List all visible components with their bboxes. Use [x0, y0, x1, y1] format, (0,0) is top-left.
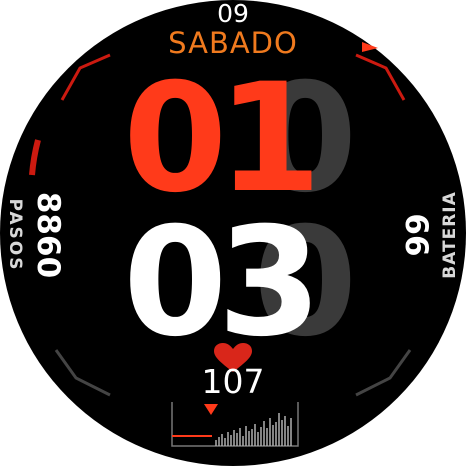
steps-label-text: PASOS [5, 198, 25, 272]
minutes: 03 [123, 208, 343, 358]
hour-tens-digit: 01 [123, 64, 322, 214]
steps-label: PASOS [2, 180, 28, 290]
minutes-text: 03 [123, 196, 322, 370]
watch-face: 09 SABADO 0 01 0 03 PASOS 8860 66 BATERI… [0, 0, 466, 466]
steps-value-text: 8860 [30, 191, 66, 279]
date-day-number: 09 [217, 0, 249, 28]
battery-value-text: 66 [398, 213, 434, 257]
heart-rate-value: 107 [201, 362, 265, 401]
battery-label-text: BATERIA [440, 191, 460, 279]
battery-value: 66 [396, 180, 436, 290]
steps-value: 8860 [28, 180, 68, 290]
battery-label: BATERIA [437, 170, 463, 300]
